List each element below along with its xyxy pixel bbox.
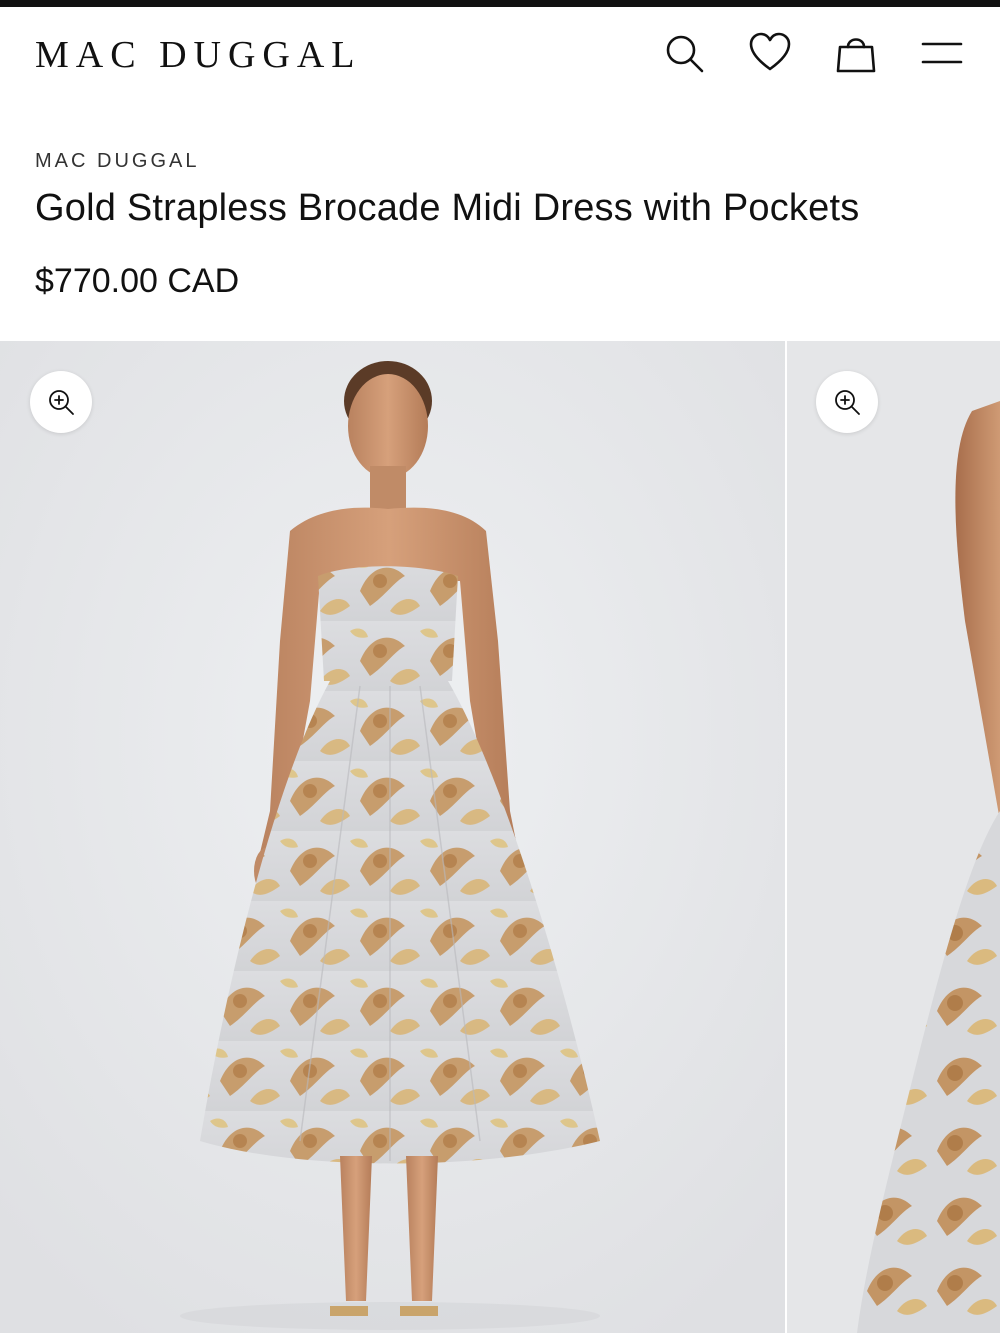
site-header: MAC DUGGAL bbox=[0, 7, 1000, 99]
dress-photo-side bbox=[787, 341, 1000, 1333]
zoom-button[interactable] bbox=[30, 371, 92, 433]
zoom-in-icon bbox=[835, 390, 860, 415]
product-price: $770.00 CAD bbox=[35, 262, 240, 300]
heart-icon[interactable] bbox=[746, 29, 794, 77]
dress-photo-front bbox=[0, 341, 785, 1333]
product-image-gallery[interactable] bbox=[0, 341, 1000, 1333]
product-title: Gold Strapless Brocade Midi Dress with P… bbox=[35, 187, 860, 229]
brand-logo[interactable]: MAC DUGGAL bbox=[35, 33, 362, 77]
product-brand[interactable]: MAC DUGGAL bbox=[35, 150, 965, 173]
top-border bbox=[0, 0, 1000, 7]
zoom-button[interactable] bbox=[816, 371, 878, 433]
product-image-side[interactable] bbox=[787, 341, 1000, 1333]
menu-icon[interactable] bbox=[918, 29, 966, 77]
product-info: MAC DUGGAL Gold Strapless Brocade Midi D… bbox=[35, 150, 965, 301]
zoom-in-icon bbox=[49, 390, 74, 415]
search-icon[interactable] bbox=[660, 29, 708, 77]
shopping-bag-icon[interactable] bbox=[832, 29, 880, 77]
product-image-front[interactable] bbox=[0, 341, 785, 1333]
